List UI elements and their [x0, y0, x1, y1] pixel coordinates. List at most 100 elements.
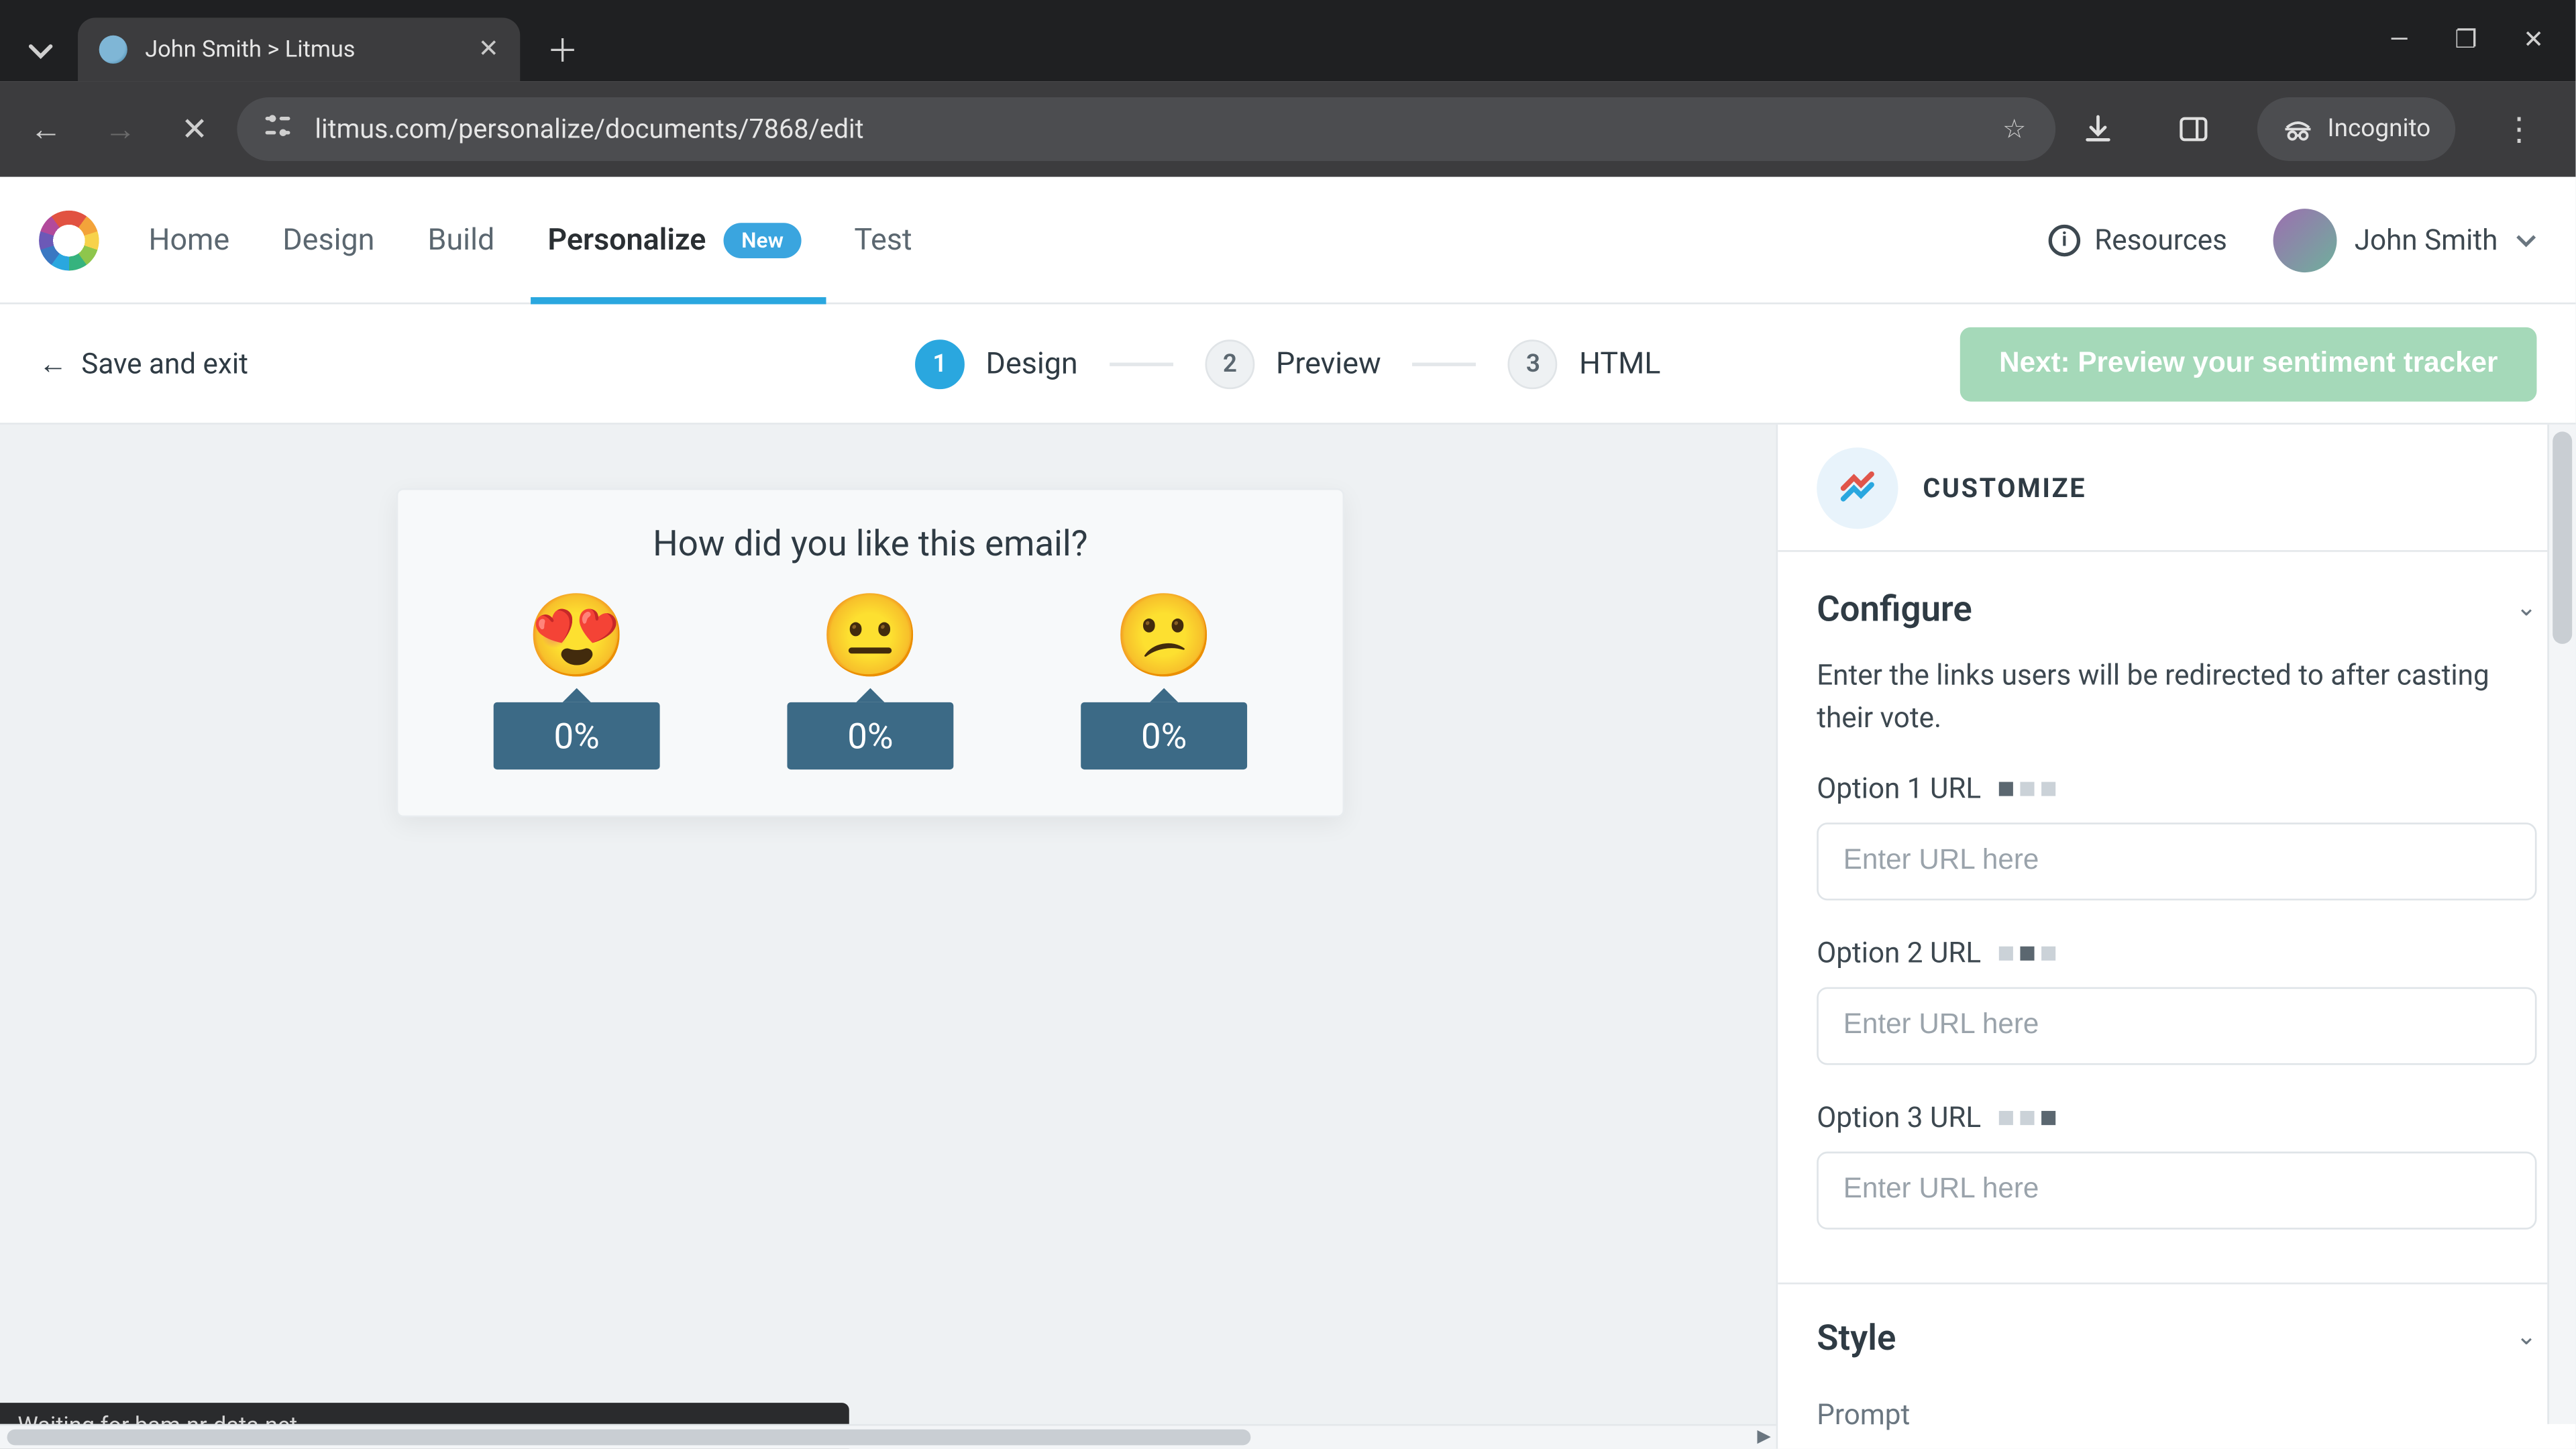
dot-icon	[1998, 781, 2012, 795]
tab-search-button[interactable]	[11, 21, 71, 82]
sentiment-card: How did you like this email? 😍 0% 😐 0% 😕…	[396, 488, 1344, 817]
option-2-url-input[interactable]	[1817, 987, 2536, 1065]
workspace: How did you like this email? 😍 0% 😐 0% 😕…	[0, 425, 2575, 1449]
scrollbar-thumb[interactable]	[7, 1430, 1250, 1446]
chevron-down-icon: ⌄	[2516, 1323, 2537, 1351]
dot-icon	[2020, 781, 2034, 795]
percent-value: 0%	[554, 714, 600, 757]
configure-title: Configure	[1817, 587, 1972, 629]
editor-subbar: ← Save and exit 1 Design 2 Preview 3 HTM…	[0, 305, 2575, 425]
nav-test[interactable]: Test	[854, 177, 912, 303]
customize-icon	[1817, 447, 1898, 528]
litmus-logo[interactable]	[39, 209, 99, 270]
side-panel-icon[interactable]	[2161, 97, 2225, 161]
window-controls: — ❐ ✕	[2390, 0, 2565, 81]
nav-personalize[interactable]: Personalize New	[547, 177, 801, 303]
configure-section: Configure ⌄ Enter the links users will b…	[1778, 552, 2575, 1285]
stop-reload-button[interactable]: ✕	[163, 97, 227, 161]
scroll-right-arrow-icon[interactable]: ▶	[1757, 1428, 1770, 1447]
scrollbar-thumb[interactable]	[2553, 431, 2572, 643]
save-exit-label: Save and exit	[81, 347, 248, 380]
field-label-text: Option 2 URL	[1817, 936, 1981, 969]
sentiment-option-1[interactable]: 😍 0%	[494, 596, 660, 769]
step-number: 1	[915, 339, 965, 388]
percent-bar: 0%	[494, 702, 660, 769]
user-menu[interactable]: John Smith	[2273, 208, 2536, 272]
back-button[interactable]: ←	[14, 97, 78, 161]
option-indicator-dots	[1998, 781, 2055, 795]
option-2-url-field: Option 2 URL	[1817, 936, 2536, 1065]
step-separator	[1413, 362, 1477, 365]
browser-tab-strip: John Smith > Litmus ✕ ＋ — ❐ ✕	[0, 0, 2575, 81]
dot-icon	[2041, 781, 2055, 795]
app-header: Home Design Build Personalize New Test i…	[0, 177, 2575, 305]
field-label: Option 2 URL	[1817, 936, 2536, 969]
dot-icon	[2020, 945, 2034, 959]
emoji-neutral-icon: 😐	[820, 596, 921, 678]
chevron-down-icon	[2516, 229, 2537, 250]
percent-value: 0%	[847, 714, 893, 757]
nav-label: Build	[428, 222, 495, 258]
nav-label: Design	[282, 222, 374, 258]
configure-header[interactable]: Configure ⌄	[1817, 587, 2536, 629]
arrow-left-icon: ←	[39, 346, 67, 382]
step-separator	[1110, 362, 1173, 365]
downloads-icon[interactable]	[2065, 97, 2129, 161]
save-and-exit-button[interactable]: ← Save and exit	[39, 346, 248, 382]
chevron-down-icon: ⌄	[2516, 594, 2537, 623]
horizontal-scrollbar[interactable]: ▶	[0, 1424, 1776, 1449]
nav-build[interactable]: Build	[428, 177, 495, 303]
sentiment-option-2[interactable]: 😐 0%	[787, 596, 953, 769]
browser-menu-icon[interactable]: ⋮	[2487, 97, 2551, 161]
next-preview-button[interactable]: Next: Preview your sentiment tracker	[1960, 327, 2536, 401]
cta-label: Next: Preview your sentiment tracker	[1999, 347, 2498, 379]
window-minimize-icon[interactable]: —	[2390, 27, 2409, 55]
resources-link[interactable]: i Resources	[2049, 223, 2227, 256]
step-label: Design	[986, 346, 1078, 382]
forward-button[interactable]: →	[89, 97, 152, 161]
url-text: litmus.com/personalize/documents/7868/ed…	[315, 113, 1977, 145]
option-1-url-input[interactable]	[1817, 822, 2536, 900]
sentiment-option-3[interactable]: 😕 0%	[1081, 596, 1247, 769]
new-tab-button[interactable]: ＋	[538, 25, 588, 74]
nav-design[interactable]: Design	[282, 177, 374, 303]
style-header[interactable]: Style ⌄	[1817, 1316, 2536, 1358]
browser-tab[interactable]: John Smith > Litmus ✕	[78, 17, 520, 81]
emoji-confused-icon: 😕	[1114, 596, 1215, 678]
percent-bar: 0%	[1081, 702, 1247, 769]
option-1-url-field: Option 1 URL	[1817, 771, 2536, 901]
address-bar[interactable]: litmus.com/personalize/documents/7868/ed…	[237, 97, 2055, 161]
dot-icon	[2041, 1110, 2055, 1124]
nav-label: Test	[854, 222, 912, 258]
step-label: HTML	[1579, 346, 1660, 382]
site-settings-icon[interactable]	[262, 111, 293, 147]
window-close-icon[interactable]: ✕	[2523, 27, 2544, 55]
nav-label: Home	[149, 222, 230, 258]
info-icon: i	[2049, 224, 2080, 256]
step-html[interactable]: 3 HTML	[1509, 339, 1661, 388]
nav-home[interactable]: Home	[149, 177, 230, 303]
window-maximize-icon[interactable]: ❐	[2455, 27, 2477, 55]
field-label-text: Option 3 URL	[1817, 1100, 1981, 1134]
tab-title: John Smith > Litmus	[145, 36, 355, 63]
step-preview[interactable]: 2 Preview	[1205, 339, 1381, 388]
dot-icon	[1998, 1110, 2012, 1124]
user-name: John Smith	[2355, 223, 2498, 256]
field-label: Option 3 URL	[1817, 1100, 2536, 1134]
vertical-scrollbar[interactable]	[2547, 425, 2575, 1424]
step-design[interactable]: 1 Design	[915, 339, 1078, 388]
option-3-url-input[interactable]	[1817, 1152, 2536, 1230]
browser-toolbar: ← → ✕ litmus.com/personalize/documents/7…	[0, 81, 2575, 176]
step-indicator: 1 Design 2 Preview 3 HTML	[915, 339, 1660, 388]
field-label-text: Option 1 URL	[1817, 771, 1981, 805]
new-badge: New	[724, 222, 802, 258]
configure-description: Enter the links users will be redirected…	[1817, 655, 2536, 740]
step-number: 3	[1509, 339, 1558, 388]
option-3-url-field: Option 3 URL	[1817, 1100, 2536, 1230]
bookmark-star-icon[interactable]: ☆	[1998, 113, 2030, 145]
option-indicator-dots	[1998, 945, 2055, 959]
dot-icon	[2041, 945, 2055, 959]
tab-close-icon[interactable]: ✕	[478, 36, 499, 64]
incognito-indicator[interactable]: Incognito	[2257, 97, 2455, 161]
canvas-area: How did you like this email? 😍 0% 😐 0% 😕…	[0, 425, 1776, 1449]
